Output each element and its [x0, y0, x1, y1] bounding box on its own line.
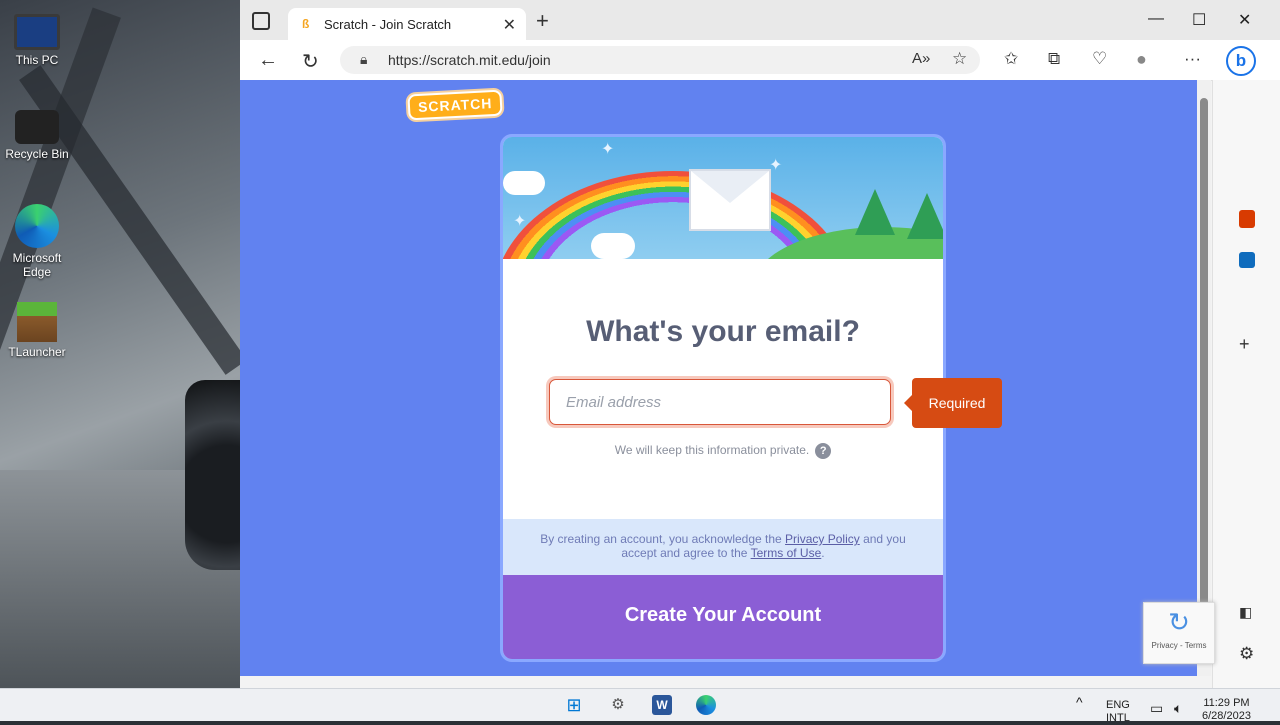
recycle-bin-icon: [15, 110, 59, 144]
url-text: https://scratch.mit.edu/join: [388, 52, 551, 68]
show-hidden-icons-icon[interactable]: ^: [1076, 695, 1083, 709]
terms-of-use-link[interactable]: Terms of Use: [751, 546, 822, 560]
sparkle-icon: ✦: [601, 141, 615, 158]
close-window-icon[interactable]: ✕: [1238, 10, 1251, 30]
browser-essentials-icon[interactable]: ♡: [1092, 49, 1107, 69]
maximize-icon[interactable]: ☐: [1192, 10, 1206, 30]
more-options-icon[interactable]: ···: [1184, 49, 1201, 69]
privacy-note: We will keep this information private.?: [503, 443, 943, 459]
office-icon[interactable]: [1239, 210, 1255, 228]
scratch-logo[interactable]: SCRATCH: [407, 89, 504, 121]
help-icon[interactable]: ?: [815, 443, 832, 459]
page-viewport: SCRATCH ✦ ✦ ✦ What's your email? We will…: [240, 80, 1197, 676]
cloud-graphic: [503, 171, 545, 195]
url-field[interactable]: 🔒︎ https://scratch.mit.edu/join A» ☆: [340, 46, 980, 74]
taskbar: ⊞ ⚙ W ^ ENG INTL ▭ 🔈︎ 11:29 PM 6/28/2023: [0, 688, 1280, 724]
tree-graphic: [907, 193, 943, 239]
join-card: ✦ ✦ ✦ What's your email? We will keep th…: [500, 134, 946, 662]
back-icon[interactable]: ←: [258, 49, 278, 72]
tab-title: Scratch - Join Scratch: [324, 17, 452, 32]
favorites-icon[interactable]: ✩: [1004, 49, 1018, 69]
desktop-icon-label: This PC: [15, 53, 59, 67]
wallpaper-car: [185, 380, 245, 570]
desktop-icon-label: TLauncher: [8, 345, 66, 359]
network-icon[interactable]: ▭: [1150, 701, 1163, 715]
scrollbar-thumb[interactable]: [1200, 98, 1208, 658]
sparkle-icon: ✦: [513, 213, 527, 230]
tree-graphic: [855, 189, 895, 235]
tab-close-icon[interactable]: ✕: [503, 15, 516, 35]
privacy-policy-link[interactable]: Privacy Policy: [785, 532, 860, 546]
tab-scratch-join[interactable]: ß Scratch - Join Scratch ✕: [288, 8, 526, 40]
refresh-icon[interactable]: ↻: [302, 49, 319, 74]
privacy-note-text: We will keep this information private.: [614, 443, 810, 458]
address-bar: ← ↻ 🔒︎ https://scratch.mit.edu/join A» ☆…: [240, 40, 1280, 81]
desktop-icon-edge[interactable]: Microsoft Edge: [4, 204, 70, 279]
edge-sidebar: + ◧ ⚙: [1212, 80, 1280, 688]
edge-icon: [15, 204, 59, 248]
edge-taskbar-icon[interactable]: [696, 695, 716, 715]
recaptcha-links[interactable]: Privacy - Terms: [1152, 641, 1207, 650]
collections-icon[interactable]: ⧉: [1048, 49, 1060, 69]
hide-sidebar-icon[interactable]: ◧: [1239, 604, 1252, 621]
page-scrollbar[interactable]: [1197, 80, 1211, 676]
word-icon[interactable]: W: [652, 695, 672, 715]
envelope-graphic: [689, 169, 771, 231]
favorite-star-icon[interactable]: ☆: [952, 49, 967, 69]
desktop-icon-recycle-bin[interactable]: Recycle Bin: [4, 110, 70, 161]
terms-notice: By creating an account, you acknowledge …: [503, 519, 943, 575]
terms-prefix: By creating an account, you acknowledge …: [540, 532, 782, 546]
terms-suffix: .: [821, 546, 825, 560]
tab-bar: ß Scratch - Join Scratch ✕ + — ☐ ✕: [240, 0, 1280, 40]
start-icon[interactable]: ⊞: [564, 695, 584, 715]
sparkle-icon: ✦: [769, 157, 783, 174]
desktop-icon-tlauncher[interactable]: TLauncher: [4, 302, 70, 359]
clock-date: 6/28/2023: [1202, 710, 1251, 722]
volume-icon[interactable]: 🔈︎: [1174, 701, 1182, 715]
language-indicator[interactable]: ENG INTL: [1106, 699, 1130, 725]
monitor-icon: [14, 14, 60, 50]
outlook-icon[interactable]: [1239, 252, 1255, 268]
recaptcha-icon: ↻: [1168, 607, 1190, 637]
read-aloud-icon[interactable]: A»: [912, 50, 930, 67]
new-tab-icon[interactable]: +: [536, 10, 549, 32]
desktop-icon-this-pc[interactable]: This PC: [4, 12, 70, 67]
add-sidebar-app-icon[interactable]: +: [1239, 334, 1250, 355]
clock[interactable]: 11:29 PM 6/28/2023: [1202, 697, 1251, 723]
browser-window: ß Scratch - Join Scratch ✕ + — ☐ ✕ ← ↻ 🔒…: [240, 0, 1280, 688]
settings-icon[interactable]: ⚙: [608, 695, 628, 715]
email-banner-illustration: ✦ ✦ ✦: [503, 137, 943, 259]
lock-icon: 🔒︎: [360, 51, 368, 67]
clock-time: 11:29 PM: [1203, 697, 1250, 709]
desktop-icon-label: Microsoft Edge: [12, 251, 62, 279]
language-layout: INTL: [1106, 712, 1130, 724]
recaptcha-badge[interactable]: ↻ Privacy - Terms: [1143, 602, 1215, 664]
profile-avatar-icon[interactable]: ●: [1136, 49, 1147, 70]
email-field[interactable]: [549, 379, 891, 425]
minimize-icon[interactable]: —: [1148, 10, 1164, 28]
language-code: ENG: [1106, 699, 1130, 711]
required-validation-badge: Required: [904, 378, 1002, 428]
cloud-graphic: [591, 233, 635, 259]
desktop-icon-label: Recycle Bin: [5, 147, 69, 161]
page-title: What's your email?: [586, 315, 860, 348]
tab-actions-icon[interactable]: [252, 12, 270, 30]
scratch-favicon-icon: ß: [302, 17, 310, 31]
bing-chat-icon[interactable]: b: [1226, 46, 1256, 76]
tlauncher-icon: [17, 302, 57, 342]
sidebar-settings-icon[interactable]: ⚙: [1239, 644, 1254, 664]
create-account-button[interactable]: Create Your Account: [503, 575, 943, 659]
